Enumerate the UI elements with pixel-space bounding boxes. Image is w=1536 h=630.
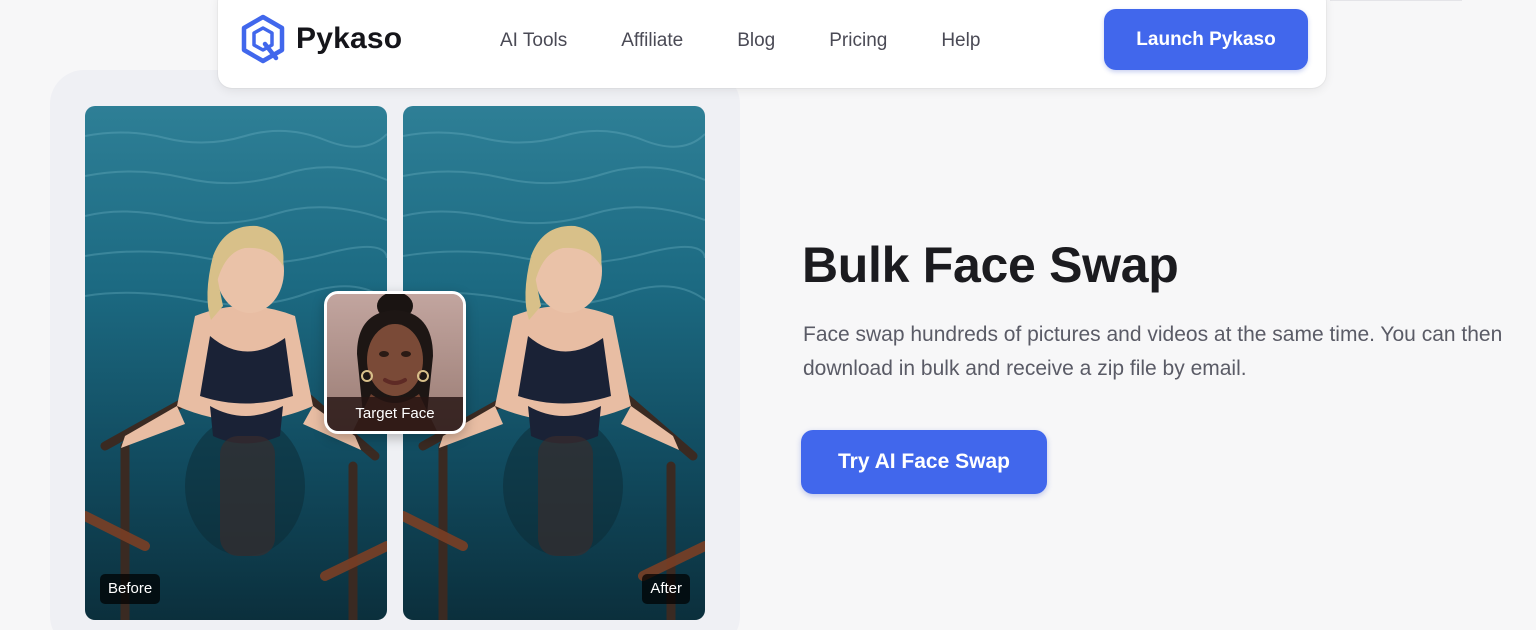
after-label: After xyxy=(642,574,690,604)
launch-button[interactable]: Launch Pykaso xyxy=(1104,9,1308,70)
hero-description: Face swap hundreds of pictures and video… xyxy=(803,323,1503,380)
try-face-swap-button[interactable]: Try AI Face Swap xyxy=(801,430,1047,494)
page: Pykaso AI Tools Affiliate Blog Pricing H… xyxy=(0,0,1536,630)
nav-link-pricing[interactable]: Pricing xyxy=(829,30,887,52)
nav-links: AI Tools Affiliate Blog Pricing Help xyxy=(500,30,980,52)
hero-title: Bulk Face Swap xyxy=(802,237,1179,293)
top-navbar: Pykaso AI Tools Affiliate Blog Pricing H… xyxy=(218,0,1326,88)
brand-logo[interactable]: Pykaso xyxy=(240,14,402,64)
nav-link-help[interactable]: Help xyxy=(941,30,980,52)
before-label: Before xyxy=(100,574,161,604)
target-face-label: Target Face xyxy=(327,397,463,431)
target-face-thumbnail: Target Face xyxy=(324,291,466,434)
nav-link-affiliate[interactable]: Affiliate xyxy=(621,30,683,52)
nav-link-ai-tools[interactable]: AI Tools xyxy=(500,30,567,52)
hexagon-logo-icon xyxy=(241,14,285,64)
nav-link-blog[interactable]: Blog xyxy=(737,30,775,52)
brand-name: Pykaso xyxy=(296,22,403,55)
divider xyxy=(1330,0,1462,1)
